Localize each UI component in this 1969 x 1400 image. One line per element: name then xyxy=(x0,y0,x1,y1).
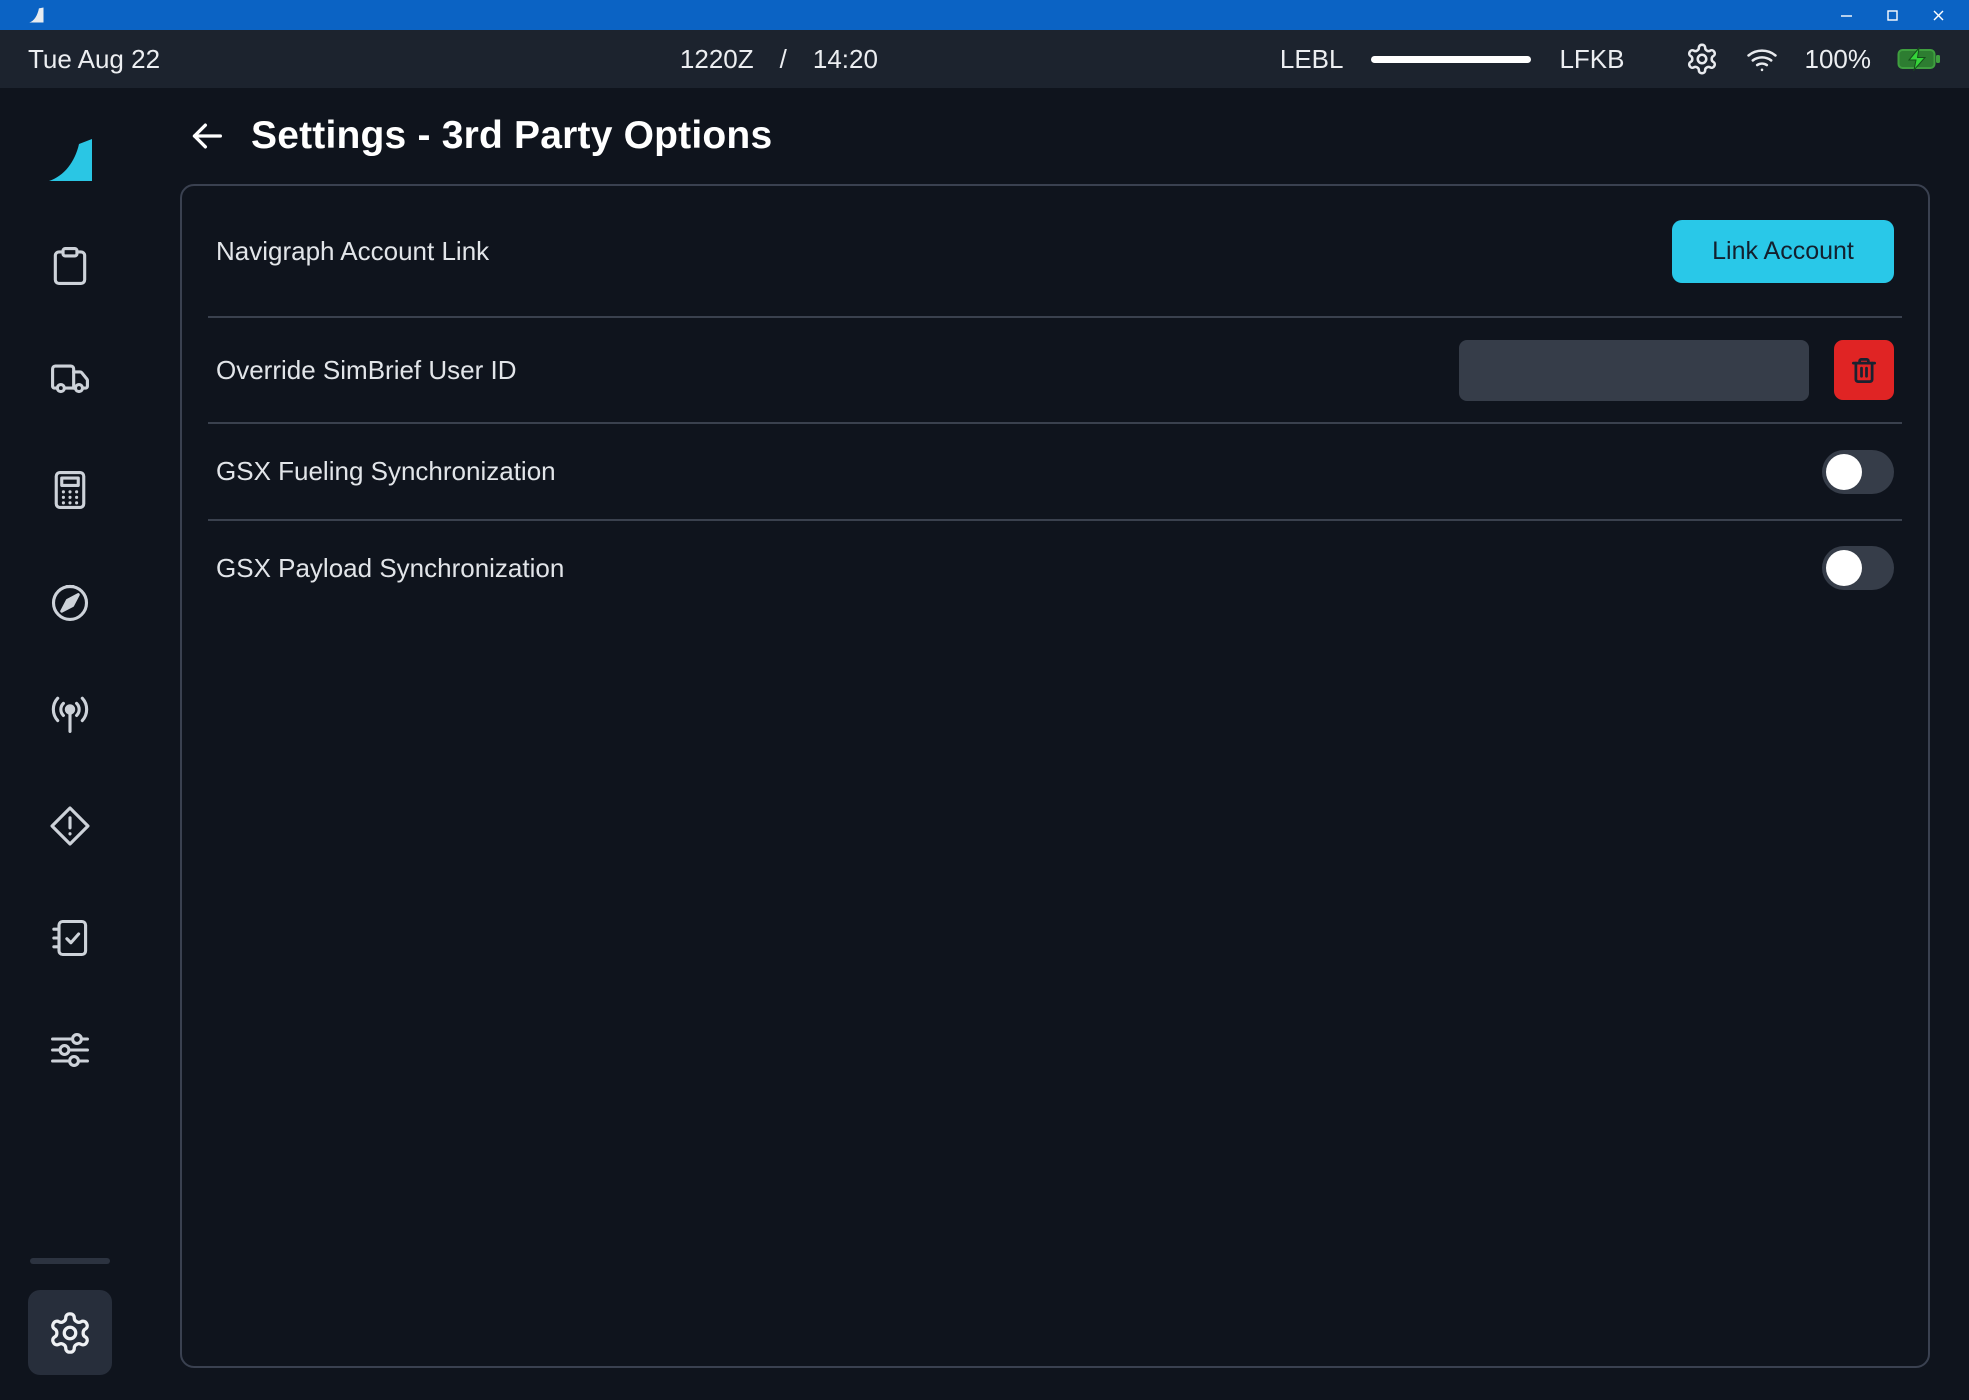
route-origin: LEBL xyxy=(1280,44,1344,75)
sidebar-item-checklists[interactable] xyxy=(46,914,94,962)
airline-tail-fin-logo xyxy=(44,134,96,186)
gear-icon[interactable] xyxy=(1685,42,1719,76)
close-icon xyxy=(1931,8,1946,23)
calculator-icon xyxy=(48,468,92,512)
status-utc-time: 1220Z xyxy=(680,44,754,75)
sidebar-item-radio-comms[interactable] xyxy=(46,690,94,738)
status-local-time: 14:20 xyxy=(813,44,878,75)
alert-diamond-icon xyxy=(48,804,92,848)
sidebar xyxy=(0,88,140,1400)
minimize-button[interactable] xyxy=(1823,0,1869,30)
sidebar-item-performance-calculator[interactable] xyxy=(46,466,94,514)
sidebar-item-ground-services[interactable] xyxy=(46,354,94,402)
setting-row-simbrief-id: Override SimBrief User ID xyxy=(182,318,1928,422)
window-titlebar xyxy=(0,0,1969,30)
setting-label: GSX Payload Synchronization xyxy=(216,553,564,584)
checklist-notebook-icon xyxy=(48,916,92,960)
setting-row-gsx-payload: GSX Payload Synchronization xyxy=(182,521,1928,615)
efb-status-bar: Tue Aug 22 1220Z / 14:20 LEBL LFKB 100% xyxy=(0,30,1969,88)
close-button[interactable] xyxy=(1915,0,1961,30)
sidebar-item-navigation[interactable] xyxy=(46,578,94,626)
setting-label: GSX Fueling Synchronization xyxy=(216,456,556,487)
toggle-knob xyxy=(1826,550,1862,586)
setting-label: Navigraph Account Link xyxy=(216,236,489,267)
truck-icon xyxy=(48,356,92,400)
clear-simbrief-id-button[interactable] xyxy=(1834,340,1894,400)
gsx-fueling-toggle[interactable] xyxy=(1822,450,1894,494)
sidebar-item-failures[interactable] xyxy=(46,802,94,850)
app-window-icon xyxy=(26,5,46,25)
toggle-knob xyxy=(1826,454,1862,490)
sliders-icon xyxy=(48,1028,92,1072)
sidebar-item-settings[interactable] xyxy=(28,1290,112,1375)
setting-row-gsx-fueling: GSX Fueling Synchronization xyxy=(182,424,1928,519)
maximize-button[interactable] xyxy=(1869,0,1915,30)
page-header: Settings - 3rd Party Options xyxy=(140,88,1969,184)
sidebar-item-flight-briefing[interactable] xyxy=(46,242,94,290)
antenna-broadcast-icon xyxy=(48,692,92,736)
gear-icon xyxy=(47,1310,93,1356)
route-destination: LFKB xyxy=(1559,44,1624,75)
status-date: Tue Aug 22 xyxy=(28,44,448,75)
setting-label: Override SimBrief User ID xyxy=(216,355,517,386)
battery-charging-icon xyxy=(1897,47,1941,71)
simbrief-id-input[interactable] xyxy=(1459,340,1809,401)
setting-row-navigraph: Navigraph Account Link Link Account xyxy=(182,186,1928,316)
battery-percent: 100% xyxy=(1805,44,1872,75)
maximize-icon xyxy=(1885,8,1900,23)
back-arrow-icon xyxy=(187,116,227,156)
settings-panel: Navigraph Account Link Link Account Over… xyxy=(180,184,1930,1368)
sidebar-divider xyxy=(30,1258,110,1264)
minimize-icon xyxy=(1839,8,1854,23)
gsx-payload-toggle[interactable] xyxy=(1822,546,1894,590)
page-title: Settings - 3rd Party Options xyxy=(251,114,772,158)
status-time-separator: / xyxy=(780,44,787,75)
clipboard-icon xyxy=(48,244,92,288)
link-account-button[interactable]: Link Account xyxy=(1672,220,1894,283)
sidebar-item-options[interactable] xyxy=(46,1026,94,1074)
back-button[interactable] xyxy=(185,114,229,158)
route-progress-line xyxy=(1371,56,1531,63)
compass-icon xyxy=(48,580,92,624)
trash-icon xyxy=(1849,355,1879,385)
wifi-icon xyxy=(1745,42,1779,76)
